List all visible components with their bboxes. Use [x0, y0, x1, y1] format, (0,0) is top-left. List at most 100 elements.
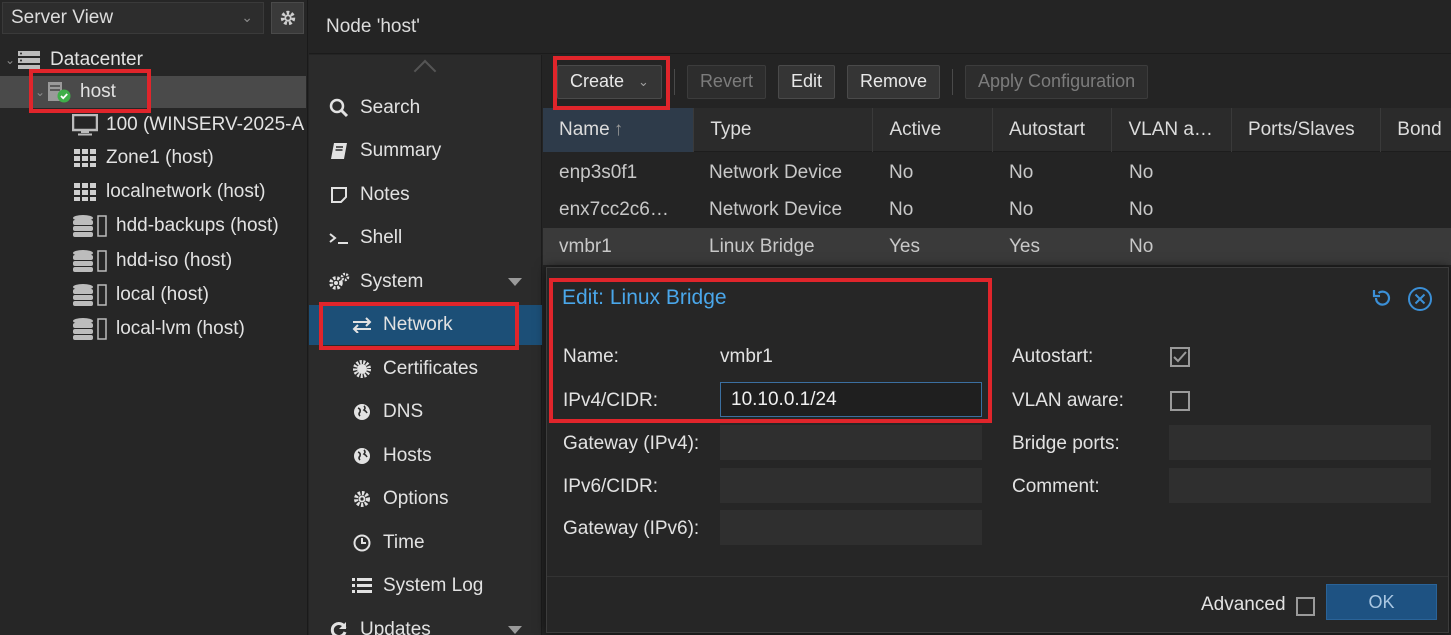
tree-item-label: hdd-iso (host) — [116, 250, 233, 271]
nav-item-label: Shell — [360, 227, 403, 248]
table-row[interactable]: enx7cc2c6… Network Device No No No — [543, 191, 1451, 228]
tree-item-localnetwork[interactable]: localnetwork (host) — [0, 176, 306, 208]
certificate-icon — [351, 359, 373, 379]
comment-input[interactable] — [1169, 468, 1431, 503]
nav-item-label: Certificates — [383, 358, 479, 379]
nav-item-label: DNS — [383, 401, 424, 422]
cell-type: Linux Bridge — [709, 235, 815, 257]
vlan-aware-checkbox[interactable] — [1170, 391, 1190, 411]
chevron-down-icon: ⌄ — [638, 73, 649, 89]
nav-item-updates[interactable]: Updates — [309, 610, 542, 635]
revert-button[interactable]: Revert — [686, 64, 766, 99]
toolbar-separator — [952, 68, 954, 95]
vm-monitor-icon — [72, 114, 98, 136]
sort-ascending-icon: ↑ — [613, 119, 624, 140]
tree-item-datacenter[interactable]: ⌄ Datacenter — [0, 44, 306, 76]
column-header-ports-slaves[interactable]: Ports/Slaves — [1232, 108, 1382, 152]
bridge-ports-input[interactable] — [1169, 425, 1431, 460]
list-icon — [351, 578, 373, 594]
tree-item-hdd-iso[interactable]: hdd-iso (host) — [0, 245, 306, 277]
gateway-ipv6-input[interactable] — [720, 510, 982, 545]
nav-item-options[interactable]: Options — [309, 479, 542, 519]
create-button[interactable]: Create ⌄ — [557, 64, 662, 99]
cell-type: Network Device — [709, 161, 843, 183]
column-header-name[interactable]: Name ↑ — [543, 108, 695, 152]
page-header: Node 'host' — [309, 0, 1451, 54]
gear-icon[interactable] — [271, 2, 304, 34]
nav-item-system-log[interactable]: System Log — [309, 566, 542, 606]
tree-item-hdd-backups[interactable]: hdd-backups (host) — [0, 210, 306, 242]
nav-item-label: Notes — [360, 184, 410, 205]
column-header-label: Ports/Slaves — [1247, 119, 1355, 140]
tree-item-label: Datacenter — [50, 49, 143, 70]
column-header-autostart[interactable]: Autostart — [993, 108, 1113, 152]
gateway-ipv6-label: Gateway (IPv6): — [563, 518, 700, 539]
table-row[interactable]: vmbr1 Linux Bridge Yes Yes No — [543, 228, 1451, 265]
ok-button[interactable]: OK — [1326, 584, 1437, 620]
cell-name: vmbr1 — [559, 235, 612, 257]
column-header-bond[interactable]: Bond — [1381, 108, 1451, 152]
column-header-vlan-aware[interactable]: VLAN a… — [1112, 108, 1232, 152]
autostart-checkbox[interactable] — [1170, 347, 1190, 367]
node-nav-menu: Search Summary Notes Shell System Networ… — [309, 55, 542, 635]
tree-item-label: Zone1 (host) — [106, 147, 214, 168]
ipv6-cidr-input[interactable] — [720, 468, 982, 503]
nav-item-system[interactable]: System — [309, 262, 542, 302]
clock-icon — [351, 534, 373, 552]
view-selector[interactable]: Server View ⌄ — [2, 2, 264, 34]
edit-button[interactable]: Edit — [777, 64, 835, 99]
tree-item-local-lvm[interactable]: local-lvm (host) — [0, 313, 306, 345]
revert-button-label: Revert — [699, 71, 753, 91]
ipv6-cidr-label: IPv6/CIDR: — [563, 476, 659, 497]
nav-item-network[interactable]: Network — [309, 305, 542, 345]
ipv4-cidr-label: IPv4/CIDR: — [563, 390, 659, 411]
vlan-aware-label: VLAN aware: — [1012, 390, 1124, 411]
expand-caret-icon[interactable] — [508, 278, 522, 286]
nav-item-time[interactable]: Time — [309, 523, 542, 563]
nav-item-summary[interactable]: Summary — [309, 131, 542, 171]
table-row[interactable]: enp3s0f1 Network Device No No No — [543, 154, 1451, 191]
sdn-zone-icon — [72, 181, 98, 203]
tree-item-zone1[interactable]: Zone1 (host) — [0, 142, 306, 174]
search-icon — [328, 98, 350, 118]
cell-vlan-aware: No — [1129, 198, 1154, 220]
scroll-up-icon[interactable] — [413, 59, 437, 83]
collapse-icon[interactable]: ⌄ — [4, 53, 16, 67]
cell-active: No — [889, 198, 914, 220]
dialog-title: Edit: Linux Bridge — [562, 286, 727, 309]
gear-icon — [351, 490, 373, 508]
tree-item-local[interactable]: local (host) — [0, 279, 306, 311]
storage-icon — [72, 284, 108, 306]
tree-item-vm-100[interactable]: 100 (WINSERV-2025-A — [0, 109, 306, 141]
name-value: vmbr1 — [720, 346, 773, 367]
cell-type: Network Device — [709, 198, 843, 220]
view-selector-label: Server View — [11, 7, 114, 28]
server-rack-icon — [16, 49, 42, 71]
ipv4-cidr-input[interactable]: 10.10.0.1/24 — [720, 382, 982, 417]
nav-item-search[interactable]: Search — [309, 88, 542, 128]
cell-vlan-aware: No — [1129, 235, 1154, 257]
page-title: Node 'host' — [326, 15, 420, 37]
close-icon[interactable] — [1407, 286, 1433, 318]
book-icon — [328, 142, 350, 160]
column-header-active[interactable]: Active — [873, 108, 993, 152]
nav-item-hosts[interactable]: Hosts — [309, 436, 542, 476]
nav-item-notes[interactable]: Notes — [309, 175, 542, 215]
nav-item-shell[interactable]: Shell — [309, 218, 542, 258]
bridge-ports-label: Bridge ports: — [1012, 433, 1120, 454]
nav-item-label: Hosts — [383, 445, 432, 466]
expand-caret-icon[interactable] — [508, 626, 522, 634]
column-header-type[interactable]: Type — [694, 108, 874, 152]
reset-icon[interactable] — [1371, 287, 1393, 315]
tree-item-label: local (host) — [116, 284, 209, 305]
remove-button[interactable]: Remove — [846, 64, 941, 99]
remove-button-label: Remove — [859, 71, 928, 91]
tree-item-host[interactable]: ⌄ host — [0, 76, 306, 108]
nav-item-certificates[interactable]: Certificates — [309, 349, 542, 389]
gateway-ipv4-input[interactable] — [720, 425, 982, 460]
collapse-icon[interactable]: ⌄ — [34, 85, 46, 99]
apply-configuration-button[interactable]: Apply Configuration — [965, 64, 1149, 99]
advanced-checkbox[interactable] — [1296, 597, 1315, 616]
dialog-footer: Advanced OK — [547, 576, 1448, 632]
nav-item-dns[interactable]: DNS — [309, 392, 542, 432]
